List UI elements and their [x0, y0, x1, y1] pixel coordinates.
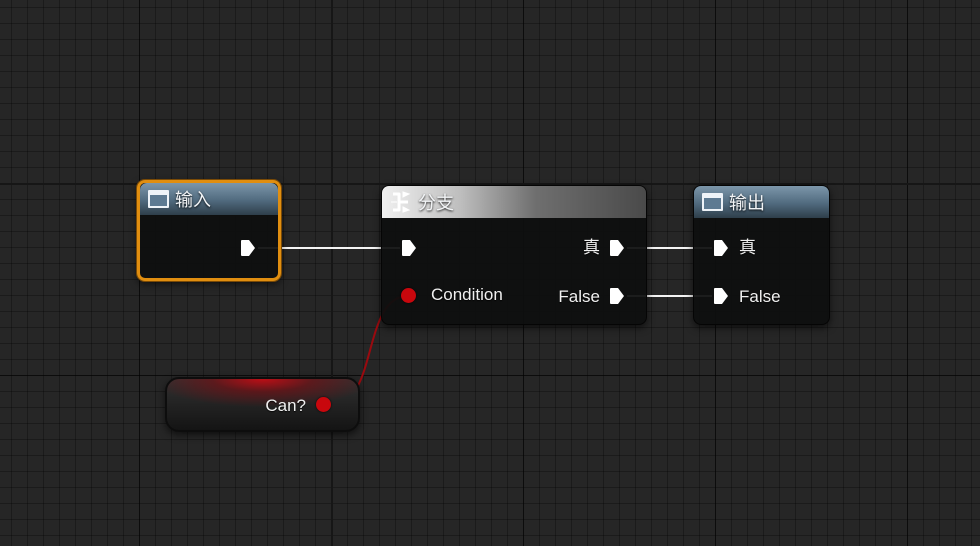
exec-out-pin[interactable] — [240, 239, 256, 257]
branch-node-header[interactable]: 分支 — [382, 186, 646, 218]
input-node-header[interactable]: 输入 — [140, 183, 278, 215]
variable-out-pin[interactable] — [316, 397, 331, 412]
output-node-header[interactable]: 输出 — [694, 186, 829, 218]
variable-get-node[interactable]: Can? — [165, 377, 360, 432]
branch-icon — [391, 191, 411, 213]
true-exec-out-pin[interactable] — [609, 239, 625, 257]
input-node-title: 输入 — [175, 190, 211, 210]
output-false-label: False — [739, 287, 781, 306]
false-exec-out-pin[interactable] — [609, 287, 625, 305]
true-label: 真 — [583, 238, 600, 257]
false-exec-in-pin[interactable] — [713, 287, 729, 305]
output-true-label: 真 — [739, 238, 756, 257]
false-label: False — [558, 287, 600, 306]
true-exec-in-pin[interactable] — [713, 239, 729, 257]
branch-node-title: 分支 — [418, 193, 454, 213]
window-icon — [148, 190, 169, 208]
branch-node[interactable]: 分支 Condition 真 False — [381, 185, 647, 325]
input-event-node[interactable]: 输入 — [137, 180, 281, 281]
condition-label: Condition — [431, 285, 503, 304]
exec-in-pin[interactable] — [401, 239, 417, 257]
condition-pin[interactable] — [401, 288, 416, 303]
window-icon — [702, 193, 723, 211]
variable-label: Can? — [265, 396, 306, 415]
output-node-title: 输出 — [729, 193, 765, 213]
output-event-node[interactable]: 输出 真 False — [693, 185, 830, 325]
